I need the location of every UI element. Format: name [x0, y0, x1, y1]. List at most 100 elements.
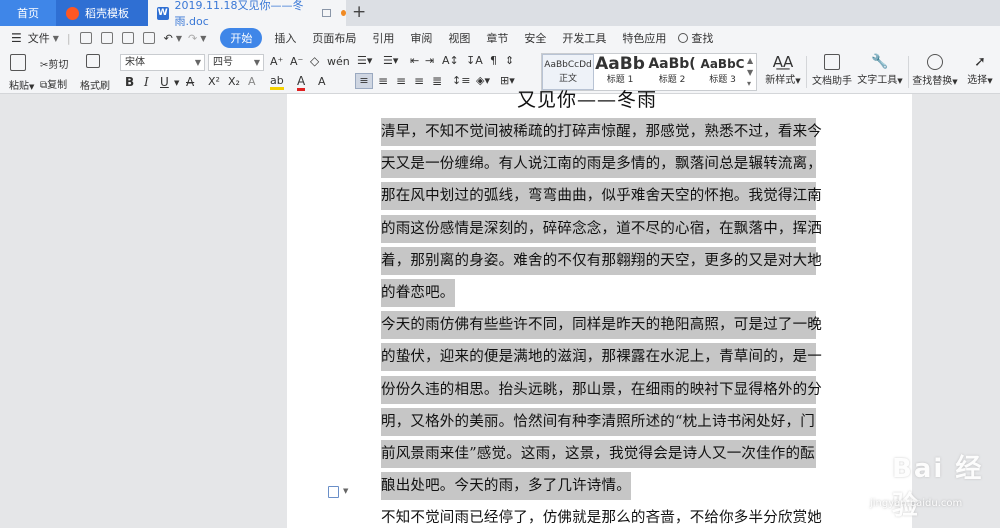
align-left-icon[interactable]: ≡ [355, 73, 373, 89]
chevron-down-icon[interactable]: ▼ [174, 79, 179, 87]
style-heading-3[interactable]: AaBbC 标题 3 [699, 54, 746, 90]
superscript-icon[interactable]: X² [208, 75, 220, 88]
shading-icon[interactable]: ◈▾ [476, 74, 490, 87]
style-gallery: AaBbCcDd 正文 AaBb 标题 1 AaBb( 标题 2 AaBbC 标… [541, 53, 757, 91]
document-line[interactable]: 着，那别离的身姿。难舍的不仅有那翱翔的天空，更多的又是对大地 [381, 246, 822, 275]
print-icon[interactable] [121, 32, 134, 44]
highlight-icon[interactable]: ab [270, 75, 284, 90]
doc-helper-button[interactable]: 文档助手 [810, 54, 854, 87]
document-line[interactable]: 的眷恋吧。 [381, 279, 455, 307]
document-line[interactable]: 天又是一份缠绵。有人说江南的雨是多情的，飘落间总是辗转流离， [381, 150, 822, 179]
menu-page-layout[interactable]: 页面布局 [304, 30, 364, 46]
print-preview-icon[interactable] [142, 32, 155, 44]
format-painter-label[interactable]: 格式刷 [80, 77, 110, 92]
save-icon[interactable] [79, 32, 92, 44]
decrease-indent-icon[interactable]: ⇤ [410, 54, 419, 67]
menu-review[interactable]: 审阅 [402, 30, 440, 46]
underline-icon[interactable]: U [160, 75, 169, 89]
menu-references[interactable]: 引用 [364, 30, 402, 46]
chinese-layout-icon[interactable]: A↕ [442, 54, 459, 67]
menu-chapter[interactable]: 章节 [478, 30, 516, 46]
export-icon[interactable] [100, 32, 113, 44]
italic-icon[interactable]: I [144, 75, 149, 89]
chevron-down-icon[interactable]: ▼ [200, 34, 206, 43]
chevron-down-icon[interactable]: ▼ [53, 34, 59, 43]
document-line[interactable]: 的蛰伏，迎来的便是满地的滋润，那裸露在水泥上，青草间的，是一 [381, 343, 822, 372]
menu-security[interactable]: 安全 [516, 30, 554, 46]
justify-icon[interactable]: ≡ [414, 74, 424, 88]
search-command[interactable]: 查找 [678, 30, 713, 46]
document-line[interactable]: 明，又格外的美丽。恰然间有种李清照所述的“枕上诗书闲处好，门 [381, 407, 816, 436]
find-replace-button[interactable]: 查找替换▼ [912, 54, 958, 87]
bullet-list-icon[interactable]: ☰▾ [357, 54, 372, 67]
document-line[interactable]: 今天的雨仿佛有些些许不同，同样是昨天的艳阳高照，可是过了一晚 [381, 311, 822, 340]
wps-writer-icon: W [157, 6, 169, 20]
tab-document[interactable]: W 2019.11.18又见你——冬雨.doc [148, 0, 346, 28]
align-right-icon[interactable]: ≡ [396, 74, 406, 88]
document-line[interactable]: 酿出处吧。今天的雨，多了几许诗情。 [381, 472, 631, 501]
menu-home[interactable]: 开始 [220, 28, 263, 48]
clear-format-icon[interactable]: ◇ [310, 54, 319, 68]
style-heading-2[interactable]: AaBb( 标题 2 [645, 54, 699, 90]
borders-icon[interactable]: ⊞▾ [500, 74, 515, 87]
grow-font-icon[interactable]: A⁺ [270, 55, 283, 68]
daoke-icon [66, 6, 79, 20]
document-line[interactable]: 不知不觉间雨已经停了，仿佛就是那么的吝啬，不给你多半分欣赏她 [381, 504, 822, 528]
monitor-icon[interactable] [321, 9, 331, 17]
document-line[interactable]: 那在风中划过的弧线，弯弯曲曲，似乎难舍天空的怀抱。我觉得江南 [381, 182, 822, 211]
subscript-icon[interactable]: X₂ [228, 75, 240, 88]
menu-bar: ☰ 文件 ▼ | ↶ ▼ ↷ ▼ 开始 插入 页面布局 引用 审阅 视图 章节 … [0, 26, 1000, 50]
watermark-text: Bai 经验 [892, 454, 984, 521]
redo-icon[interactable]: ↷ [188, 32, 197, 45]
pinyin-icon[interactable]: wén [327, 55, 350, 68]
cut-button[interactable]: ✂剪切 [40, 56, 68, 71]
align-center-icon[interactable]: ≡ [378, 74, 388, 88]
numbered-list-icon[interactable]: ☰▾ [383, 54, 398, 67]
style-normal[interactable]: AaBbCcDd 正文 [542, 54, 594, 90]
copy-button[interactable]: ⧉复制 [40, 76, 67, 91]
paragraph-icon[interactable]: ⇕ [505, 54, 514, 67]
font-size-select[interactable]: 四号 ▼ [208, 54, 264, 71]
paragraph-layout-icon[interactable] [328, 486, 339, 498]
format-painter-button[interactable] [80, 54, 100, 68]
paste-button[interactable] [10, 54, 26, 71]
chevron-down-icon[interactable]: ▼ [343, 487, 348, 495]
paste-label[interactable]: 粘贴▼ [9, 77, 34, 92]
document-line[interactable]: 前风景雨来佳”感觉。这雨，这景，我觉得会是诗人又一次佳作的酝 [381, 440, 816, 468]
menu-hamburger-icon[interactable]: ☰ [11, 31, 22, 45]
char-border-icon[interactable]: A [318, 75, 326, 88]
shrink-font-icon[interactable]: A⁻ [290, 55, 303, 68]
select-button[interactable]: ➚ 选择▼ [962, 54, 998, 86]
undo-icon[interactable]: ↶ [164, 32, 173, 45]
style-scroll-down-icon[interactable]: ▼ [747, 68, 753, 77]
document-line[interactable]: 的雨这份感情是深刻的，碎碎念念，道不尽的心宿，在飘落中，挥洒 [381, 214, 822, 243]
tab-home[interactable]: 首页 [0, 0, 56, 26]
unsaved-dot-icon[interactable] [340, 10, 346, 16]
tab-daoke-templates[interactable]: 稻壳模板 [56, 0, 148, 26]
style-expand-icon[interactable]: ▾ [747, 79, 751, 88]
text-tools-button[interactable]: 🔧 文字工具▼ [856, 54, 904, 86]
document-line[interactable]: 清早，不知不觉间被稀疏的打碎声惊醒，那感觉，熟悉不过，看来今 [381, 118, 822, 146]
style-scroll-up-icon[interactable]: ▲ [747, 56, 753, 65]
distribute-icon[interactable]: ≣ [432, 74, 442, 88]
new-style-button[interactable]: A͟A 新样式▼ [763, 53, 803, 86]
style-heading-1[interactable]: AaBb 标题 1 [595, 54, 645, 90]
watermark-url: jingyan.baidu.com [870, 498, 963, 509]
font-color-icon[interactable]: A [297, 75, 306, 91]
bold-icon[interactable]: B [125, 75, 134, 89]
strikethrough-icon[interactable]: A [186, 75, 194, 89]
menu-features[interactable]: 特色应用 [614, 30, 674, 46]
font-name-select[interactable]: 宋体 ▼ [120, 54, 205, 71]
menu-view[interactable]: 视图 [440, 30, 478, 46]
show-marks-icon[interactable]: ¶ [490, 54, 497, 67]
menu-dev-tools[interactable]: 开发工具 [554, 30, 614, 46]
line-spacing-icon[interactable]: ↕≡ [452, 74, 470, 87]
increase-indent-icon[interactable]: ⇥ [425, 54, 434, 67]
text-effect-icon[interactable]: A [248, 75, 256, 88]
new-tab-button[interactable]: + [352, 2, 366, 22]
menu-file[interactable]: 文件 [28, 30, 50, 46]
sort-icon[interactable]: ↧A [466, 54, 483, 67]
chevron-down-icon[interactable]: ▼ [176, 34, 182, 43]
menu-insert[interactable]: 插入 [266, 30, 304, 46]
document-line[interactable]: 份份久违的相思。抬头远眺，那山景，在细雨的映衬下显得格外的分 [381, 375, 822, 404]
